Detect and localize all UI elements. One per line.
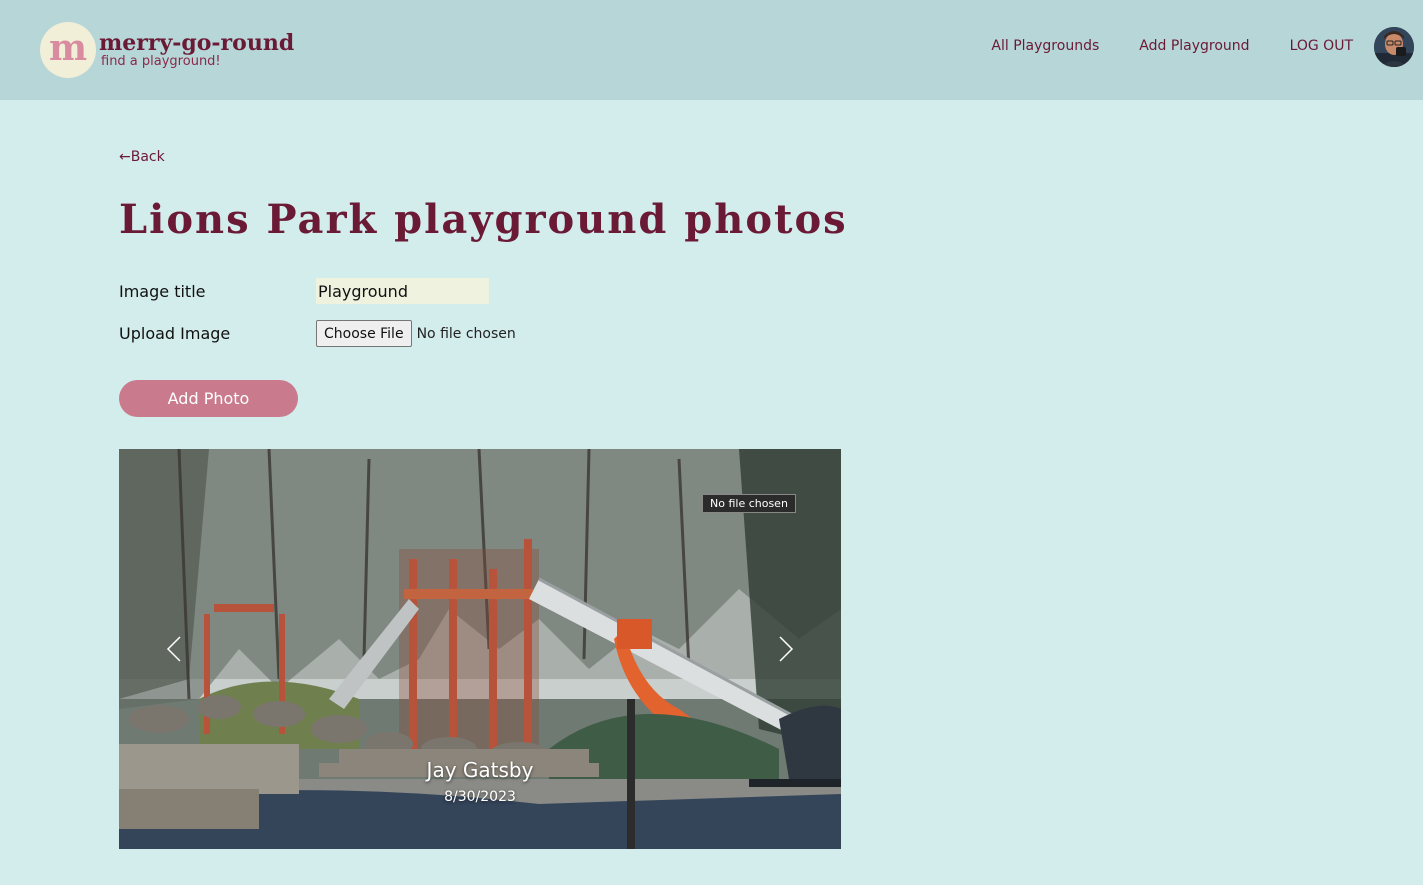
photo-carousel: No file chosen Jay Gatsby 8/30/2023 (119, 449, 841, 849)
chevron-left-icon (166, 636, 181, 662)
photo-date: 8/30/2023 (444, 789, 516, 805)
nav-all-playgrounds[interactable]: All Playgrounds (991, 38, 1099, 54)
choose-file-button[interactable]: Choose File (316, 320, 412, 347)
nav-add-playground[interactable]: Add Playground (1139, 38, 1249, 54)
home-logo-link[interactable]: m merry-go-round find a playground! (40, 22, 294, 78)
user-avatar[interactable] (1374, 27, 1414, 67)
logo-text: merry-go-round find a playground! (99, 31, 294, 69)
carousel-caption: Jay Gatsby 8/30/2023 (119, 757, 841, 807)
back-link[interactable]: ←Back (119, 149, 165, 165)
page-title: Lions Park playground photos (119, 196, 848, 243)
image-title-label: Image title (119, 281, 206, 301)
image-title-input[interactable] (316, 278, 489, 304)
main-nav: All Playgrounds Add Playground LOG OUT (991, 38, 1353, 54)
image-title-row: Image title (119, 278, 489, 304)
logo-letter: m (48, 27, 88, 69)
brand-name: merry-go-round (99, 30, 295, 56)
add-photo-button[interactable]: Add Photo (119, 380, 298, 417)
chevron-right-icon (779, 636, 794, 662)
nav-log-out[interactable]: LOG OUT (1290, 38, 1353, 54)
photo-author: Jay Gatsby (426, 758, 534, 782)
carousel-prev-button[interactable] (159, 634, 189, 664)
carousel-next-button[interactable] (771, 634, 801, 664)
file-status: No file chosen (416, 325, 516, 342)
brand-tagline: find a playground! (101, 54, 221, 69)
site-header: m merry-go-round find a playground! All … (0, 0, 1423, 100)
file-tooltip: No file chosen (702, 494, 796, 513)
upload-image-row: Upload Image Choose File No file chosen (119, 320, 516, 347)
upload-image-label: Upload Image (119, 324, 231, 343)
avatar-photo (1374, 27, 1414, 67)
logo-badge: m (40, 22, 96, 78)
